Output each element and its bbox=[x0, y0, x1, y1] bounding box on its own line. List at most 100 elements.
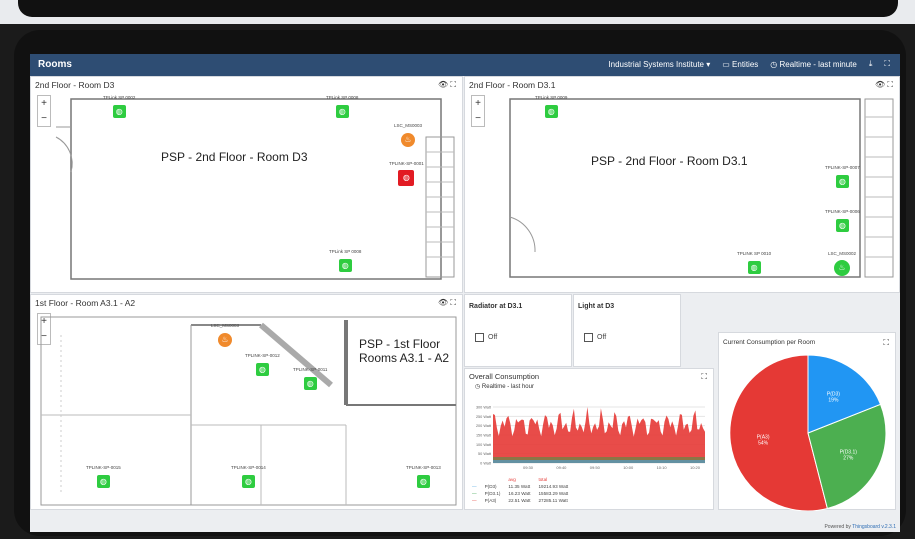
motion-icon: ♨ bbox=[218, 333, 233, 347]
checkbox[interactable] bbox=[584, 333, 593, 342]
sensor-plug[interactable]: TPLINK-SP-0012 ◍ bbox=[245, 353, 280, 377]
timewindow-button[interactable]: ◷ Realtime - last minute bbox=[770, 60, 857, 69]
sensor-plug[interactable]: TPLink SP 0009 ◍ bbox=[535, 95, 567, 119]
plug-icon: ◍ bbox=[255, 363, 269, 376]
clock-icon: ◷ bbox=[475, 384, 481, 390]
motion-icon: ♨ bbox=[834, 260, 851, 276]
legend-header-total: total bbox=[538, 477, 548, 482]
legend-name: P(A3) bbox=[484, 498, 497, 503]
legend-avg: 16.23 Watt bbox=[508, 491, 531, 496]
sensor-plug[interactable]: TPLINK-SP-0007 ◍ bbox=[825, 165, 860, 189]
sensor-plug-alarm[interactable]: TPLINK-SP-0001 ◍ bbox=[389, 161, 424, 186]
sensor-name: TPLINK-SP-0012 bbox=[245, 353, 280, 358]
sensor-plug[interactable]: TPLink SP 0002 ◍ bbox=[103, 95, 135, 119]
card-room-a3: 1st Floor - Room A3.1 - A2 👁 ⛶ + − PSP - … bbox=[30, 294, 463, 510]
sensor-plug[interactable]: TPLINK-SP-0011 ◍ bbox=[293, 367, 327, 391]
plug-icon: ◍ bbox=[835, 219, 849, 232]
y-tick-label: 0 Watt bbox=[480, 462, 492, 466]
card-title: Overall Consumption bbox=[469, 372, 540, 381]
sensor-name: TPLink SP 0008 bbox=[329, 249, 362, 254]
timewindow-subtitle: ◷ Realtime - last hour bbox=[475, 383, 534, 390]
timewindow-label: Realtime - last minute bbox=[779, 59, 857, 69]
expand-icon[interactable]: ⛶ bbox=[701, 372, 707, 382]
dashboard-screen: Rooms Industrial Systems Institute ▾ ▭ E… bbox=[30, 54, 900, 532]
chart-legend: avg total — P(D3) 11.35 Watt 19214.93 Watt —… bbox=[467, 475, 573, 505]
card-light: Light at D3 Off bbox=[573, 294, 681, 367]
legend-total: 27285.11 Watt bbox=[538, 498, 568, 503]
pie-slice-value: 19% bbox=[828, 398, 839, 404]
org-selector[interactable]: Industrial Systems Institute ▾ bbox=[608, 60, 710, 69]
plug-icon: ◍ bbox=[241, 475, 255, 488]
card-title: Radiator at D3.1 bbox=[469, 303, 523, 310]
brand-link[interactable]: Thingsboard v.2.3.1 bbox=[852, 524, 896, 530]
y-tick-label: 150 Watt bbox=[476, 434, 492, 438]
sensor-name: TPLINK-SP-0011 bbox=[293, 367, 328, 372]
sensor-name: TPLINK-SP-0007 bbox=[825, 165, 860, 170]
sensor-plug[interactable]: TPLINK-SP-0014 ◍ bbox=[231, 465, 266, 489]
entities-icon: ▭ bbox=[722, 59, 730, 69]
y-tick-label: 50 Watt bbox=[478, 452, 492, 456]
sensor-plug[interactable]: TPLINK-SP-0015 ◍ bbox=[86, 465, 121, 489]
sensor-name: LSC_MS0003 bbox=[211, 323, 240, 328]
sensor-motion[interactable]: LSC_MS0002 ♨ bbox=[828, 251, 856, 276]
legend-name: P(D3.1) bbox=[484, 491, 501, 496]
card-overall-consumption: Overall Consumption ⛶ ◷ Realtime - last … bbox=[464, 368, 714, 510]
legend-row[interactable]: — P(A3) 22.51 Watt 27285.11 Watt bbox=[469, 498, 571, 503]
card-room-d3-1: 2nd Floor - Room D3.1 👁 ⛶ + − PSP - 2nd F… bbox=[464, 76, 900, 293]
light-toggle[interactable]: Off bbox=[584, 333, 606, 342]
plug-icon: ◍ bbox=[416, 475, 430, 488]
dashboard-title: Rooms bbox=[38, 59, 72, 70]
y-tick-label: 100 Watt bbox=[476, 443, 492, 447]
app-header: Rooms Industrial Systems Institute ▾ ▭ E… bbox=[30, 54, 900, 76]
legend-row[interactable]: — P(D3) 11.35 Watt 19214.93 Watt bbox=[469, 484, 571, 489]
room-label: PSP - 2nd Floor - Room D3.1 bbox=[591, 154, 748, 168]
fullscreen-icon[interactable]: ⛶ bbox=[884, 59, 890, 69]
sensor-name: LSC_MS0003 bbox=[394, 123, 423, 128]
x-tick-label: 10:20 bbox=[690, 465, 701, 470]
legend-avg: 22.51 Watt bbox=[508, 498, 531, 503]
pie-slice-value: 27% bbox=[843, 456, 854, 462]
sensor-plug[interactable]: TPLink SP 0008 ◍ bbox=[326, 95, 358, 119]
entities-button[interactable]: ▭ Entities bbox=[722, 60, 758, 69]
x-tick-label: 10:10 bbox=[657, 465, 668, 470]
plug-icon: ◍ bbox=[303, 377, 317, 390]
x-tick-label: 09:50 bbox=[590, 465, 601, 470]
plug-icon: ◍ bbox=[335, 105, 349, 118]
sensor-name: TPLink SP 0008 bbox=[326, 95, 359, 100]
powered-by: Powered by Thingsboard v.2.3.1 bbox=[824, 524, 896, 530]
plug-icon: ◍ bbox=[338, 259, 352, 272]
plug-icon: ◍ bbox=[835, 175, 849, 188]
legend-total: 19214.93 Watt bbox=[538, 484, 569, 489]
sensor-name: LSC_MS0002 bbox=[828, 251, 857, 256]
series-area-d3 bbox=[493, 460, 705, 463]
sensor-plug[interactable]: TPLink SP 0008 ◍ bbox=[329, 249, 361, 273]
download-icon[interactable]: ⤓ bbox=[869, 59, 873, 69]
sensor-name: TPLINK-SP-0014 bbox=[231, 465, 266, 470]
sensor-motion[interactable]: LSC_MS0003 ♨ bbox=[211, 323, 239, 347]
card-title: Current Consumption per Room bbox=[723, 339, 816, 346]
y-tick-label: 200 Watt bbox=[476, 424, 492, 428]
sensor-plug[interactable]: TPLINK-SP-0006 ◍ bbox=[825, 209, 860, 233]
sensor-name: TPLINK SP 0010 bbox=[737, 251, 772, 256]
x-tick-label: 09:30 bbox=[523, 465, 534, 470]
toggle-label: Off bbox=[597, 334, 607, 341]
monitor-top-edge bbox=[0, 0, 915, 24]
powered-label: Powered by bbox=[824, 524, 851, 530]
room-label-line-1: PSP - 1st Floor bbox=[359, 337, 441, 351]
legend-avg: 11.35 Watt bbox=[508, 484, 531, 489]
radiator-toggle[interactable]: Off bbox=[475, 333, 497, 342]
sensor-motion[interactable]: LSC_MS0003 ♨ bbox=[394, 123, 422, 147]
expand-icon[interactable]: ⛶ bbox=[883, 338, 889, 348]
plug-icon: ◍ bbox=[96, 475, 110, 488]
plug-icon: ◍ bbox=[398, 170, 415, 186]
legend-row[interactable]: — P(D3.1) 16.23 Watt 15583.29 Watt bbox=[469, 491, 571, 496]
sensor-plug[interactable]: TPLINK SP 0010 ◍ bbox=[737, 251, 771, 275]
checkbox[interactable] bbox=[475, 333, 484, 342]
monitor-bezel-top bbox=[18, 0, 898, 17]
plug-icon: ◍ bbox=[747, 261, 761, 274]
pie-chart: P(A3)54%P(D3.1)27%P(D3)19% bbox=[729, 354, 887, 511]
org-name: Industrial Systems Institute bbox=[608, 59, 704, 69]
legend-name: P(D3) bbox=[484, 484, 497, 489]
sensor-plug[interactable]: TPLINK-SP-0013 ◍ bbox=[406, 465, 441, 489]
legend-total: 15583.29 Watt bbox=[538, 491, 569, 496]
